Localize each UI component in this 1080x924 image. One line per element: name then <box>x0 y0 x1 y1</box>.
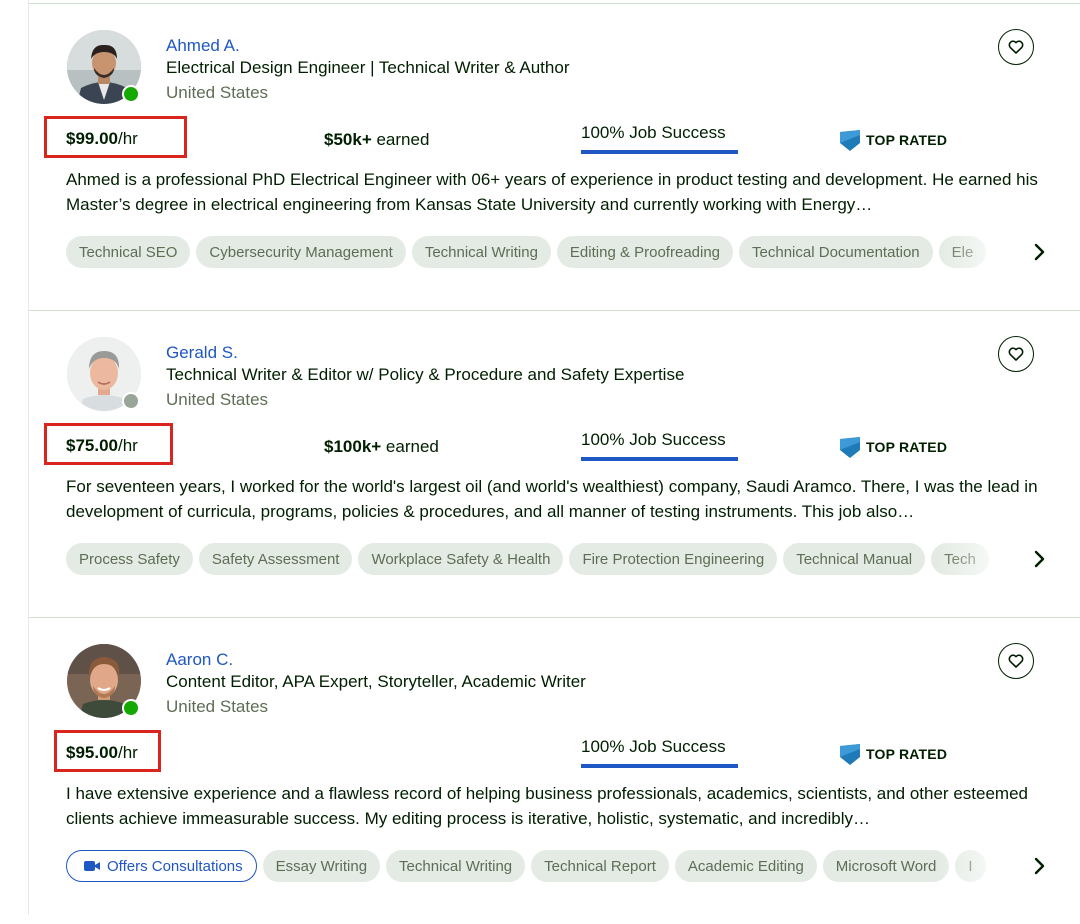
skill-chip[interactable]: Technical Report <box>531 850 669 882</box>
freelancer-card[interactable]: Aaron C. Content Editor, APA Expert, Sto… <box>29 617 1080 924</box>
hourly-rate: $75.00/hr <box>66 436 138 455</box>
skill-chip[interactable]: Workplace Safety & Health <box>358 543 564 575</box>
online-status-indicator <box>122 85 140 103</box>
skill-chip[interactable]: Ele <box>938 236 987 268</box>
skill-chip[interactable]: Safety Assessment <box>198 543 353 575</box>
skill-chip[interactable]: Technical Writing <box>386 850 526 882</box>
skill-chip[interactable]: I <box>955 850 986 882</box>
freelancer-location: United States <box>166 83 269 102</box>
heart-icon <box>1008 40 1024 54</box>
top-rated-badge: TOP RATED <box>840 743 947 765</box>
chevron-right-icon <box>1034 550 1045 568</box>
freelancer-description[interactable]: Ahmed is a professional PhD Electrical E… <box>66 167 1056 217</box>
skills-next-button[interactable] <box>1027 854 1051 878</box>
skill-chip[interactable]: Process Safety <box>66 543 193 575</box>
total-earned: $50k+ earned <box>324 130 430 149</box>
total-earned: $100k+ earned <box>324 437 439 456</box>
top-rated-badge: TOP RATED <box>840 436 947 458</box>
offers-consultations-chip[interactable]: Offers Consultations <box>66 850 257 882</box>
skills-next-button[interactable] <box>1027 240 1051 264</box>
skills-list: Process Safety Safety Assessment Workplace… <box>66 543 1016 575</box>
hourly-rate: $95.00/hr <box>66 743 138 762</box>
skill-chip[interactable]: Fire Protection Engineering <box>569 543 778 575</box>
job-success-bar <box>581 764 738 768</box>
save-favorite-button[interactable] <box>998 643 1034 679</box>
skill-chip[interactable]: Tech <box>931 543 989 575</box>
freelancer-location: United States <box>166 697 269 716</box>
chevron-right-icon <box>1034 243 1045 261</box>
skill-chip[interactable]: Cybersecurity Management <box>196 236 406 268</box>
skill-chip[interactable]: Academic Editing <box>674 850 817 882</box>
freelancer-description[interactable]: For seventeen years, I worked for the wo… <box>66 474 1056 524</box>
freelancer-title: Electrical Design Engineer | Technical W… <box>166 58 570 77</box>
freelancer-card[interactable]: Ahmed A. Electrical Design Engineer | Te… <box>29 3 1080 310</box>
job-success-bar <box>581 150 738 154</box>
skill-chip[interactable]: Technical Writing <box>411 236 551 268</box>
freelancer-title: Content Editor, APA Expert, Storyteller,… <box>166 672 586 691</box>
top-rated-badge-icon <box>840 743 860 765</box>
skill-chip[interactable]: Essay Writing <box>262 850 381 882</box>
freelancer-description[interactable]: I have extensive experience and a flawle… <box>66 781 1056 831</box>
chevron-right-icon <box>1034 857 1045 875</box>
offline-status-indicator <box>122 392 140 410</box>
online-status-indicator <box>122 699 140 717</box>
video-camera-icon <box>84 861 100 871</box>
job-success-score: 100% Job Success <box>581 123 738 155</box>
freelancer-location: United States <box>166 390 269 409</box>
freelancer-name[interactable]: Ahmed A. <box>166 36 240 56</box>
skill-chip[interactable]: Technical Documentation <box>739 236 933 268</box>
job-success-score: 100% Job Success <box>581 430 738 462</box>
skills-next-button[interactable] <box>1027 547 1051 571</box>
top-rated-badge: TOP RATED <box>840 129 947 151</box>
heart-icon <box>1008 347 1024 361</box>
save-favorite-button[interactable] <box>998 29 1034 65</box>
skills-list: Offers Consultations Essay Writing Technic… <box>66 850 1016 882</box>
top-rated-badge-icon <box>840 436 860 458</box>
heart-icon <box>1008 654 1024 668</box>
freelancer-title: Technical Writer & Editor w/ Policy & Pr… <box>166 365 685 384</box>
freelancer-name[interactable]: Gerald S. <box>166 343 238 363</box>
top-rated-badge-icon <box>840 129 860 151</box>
skill-chip[interactable]: Microsoft Word <box>822 850 950 882</box>
skill-chip[interactable]: Editing & Proofreading <box>556 236 734 268</box>
freelancer-name[interactable]: Aaron C. <box>166 650 233 670</box>
skill-chip[interactable]: Technical Manual <box>783 543 926 575</box>
job-success-bar <box>581 457 738 461</box>
job-success-score: 100% Job Success <box>581 737 738 769</box>
save-favorite-button[interactable] <box>998 336 1034 372</box>
skills-list: Technical SEO Cybersecurity Management Tec… <box>66 236 1016 268</box>
freelancer-card[interactable]: Gerald S. Technical Writer & Editor w/ P… <box>29 310 1080 617</box>
skill-chip[interactable]: Technical SEO <box>66 236 191 268</box>
hourly-rate: $99.00/hr <box>66 129 138 148</box>
